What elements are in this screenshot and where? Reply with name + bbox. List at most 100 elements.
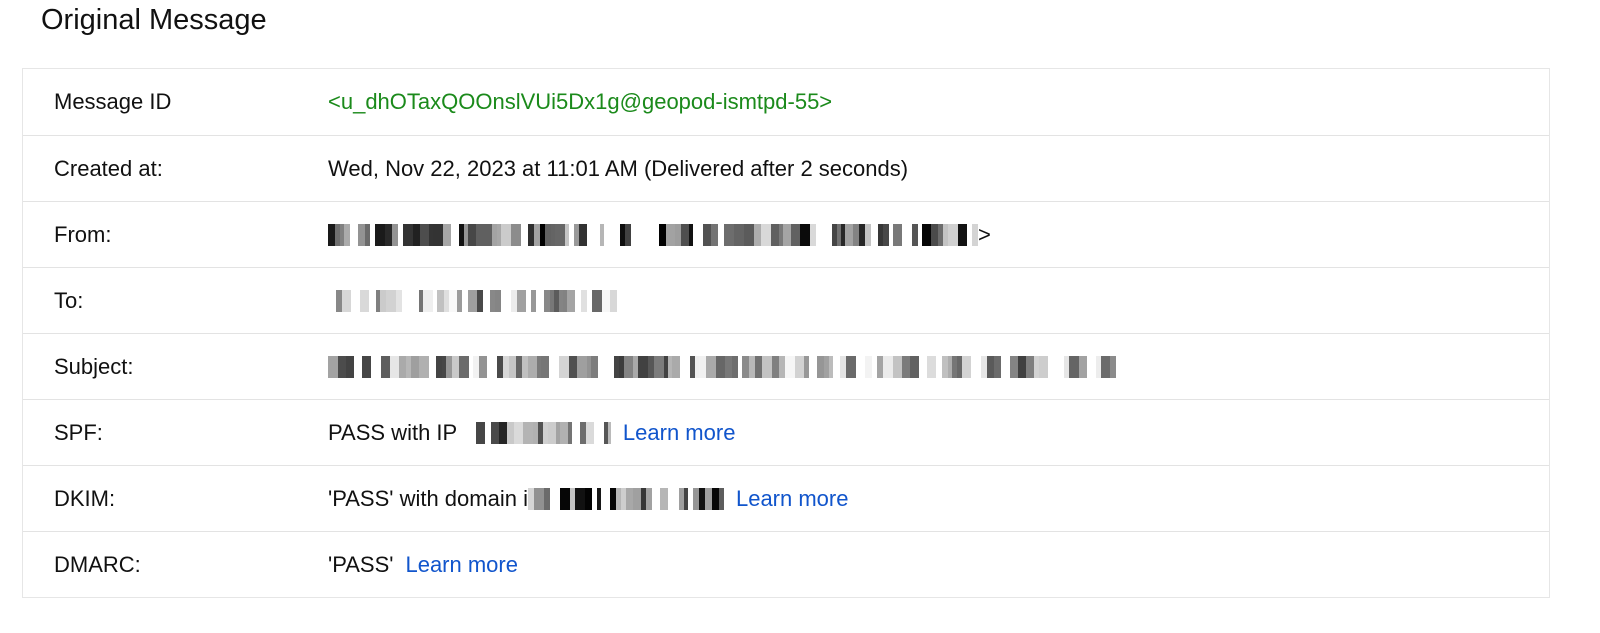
redaction-pixel (1110, 355, 1116, 378)
from-value: > (328, 222, 991, 248)
redaction-pixel (475, 421, 485, 444)
redaction-pixel (606, 355, 614, 378)
redaction-pixel (1101, 355, 1110, 378)
redaction-pixel (449, 289, 457, 312)
redaction-pixel (533, 487, 544, 510)
redaction-pixel (579, 223, 587, 246)
redaction-pixel (651, 487, 660, 510)
redaction-pixel (390, 355, 399, 378)
redaction-pixel (1069, 355, 1079, 378)
dkim-learn-more-link[interactable]: Learn more (736, 486, 849, 512)
redaction-pixel (1026, 355, 1034, 378)
redaction-pixel (559, 355, 569, 378)
redaction-pixel (346, 355, 354, 378)
redaction-pixel (513, 421, 523, 444)
redaction-pixel (399, 355, 406, 378)
redaction-pixel (816, 223, 824, 246)
dkim-value: 'PASS' with domain i Learn more (328, 486, 848, 512)
redaction-pixel (1010, 355, 1018, 378)
dmarc-value: 'PASS' Learn more (328, 552, 518, 578)
redaction-pixel (476, 223, 483, 246)
to-value (328, 289, 620, 312)
row-message-id: Message ID <u_dhOTaxQOOnslVUi5Dx1g@geopo… (23, 69, 1549, 135)
redaction-pixel (742, 355, 749, 378)
redaction-pixel (528, 355, 537, 378)
redaction-pixel (593, 421, 604, 444)
redaction-pixel (342, 289, 351, 312)
redaction-pixel (459, 355, 469, 378)
redaction-pixel (437, 289, 444, 312)
redaction-pixel (817, 355, 824, 378)
label-subject: Subject: (54, 353, 134, 379)
redaction-pixel (833, 355, 840, 378)
redaction-pixel (541, 355, 549, 378)
redaction-pixel (902, 355, 910, 378)
label-from: From: (54, 221, 112, 247)
redaction-pixel (468, 289, 477, 312)
message-id-value: <u_dhOTaxQOOnslVUi5Dx1g@geopod-ismtpd-55… (328, 89, 833, 114)
redaction-pixel (338, 355, 346, 378)
redaction-pixel (919, 355, 927, 378)
redaction-pixel (402, 289, 412, 312)
redaction-pixel (385, 223, 392, 246)
row-spf: SPF: PASS with IP Learn more (23, 399, 1549, 465)
redaction-pixel (654, 355, 664, 378)
redaction-pixel (948, 223, 958, 246)
redaction-pixel (718, 487, 724, 510)
subject-value (328, 355, 1116, 378)
redaction-pixel (734, 223, 744, 246)
redaction-pixel (865, 355, 872, 378)
redacted-subject (328, 355, 1116, 378)
redaction-pixel (632, 487, 641, 510)
redaction-pixel (1048, 355, 1056, 378)
redaction-pixel (824, 223, 832, 246)
redaction-pixel (411, 355, 419, 378)
redaction-pixel (699, 355, 706, 378)
redaction-pixel (659, 487, 668, 510)
redaction-pixel (571, 421, 580, 444)
redaction-pixel (559, 421, 568, 444)
redaction-pixel (931, 223, 938, 246)
redaction-pixel (638, 355, 648, 378)
redaction-pixel (613, 223, 620, 246)
redaction-pixel (501, 223, 511, 246)
label-dmarc: DMARC: (54, 551, 141, 577)
redaction-pixel (479, 355, 487, 378)
redaction-pixel (536, 289, 544, 312)
redaction-pixel (845, 223, 853, 246)
redaction-pixel (755, 355, 762, 378)
redaction-pixel (386, 289, 396, 312)
spf-learn-more-link[interactable]: Learn more (623, 420, 736, 446)
redaction-pixel (511, 223, 521, 246)
redaction-pixel (724, 223, 734, 246)
redaction-pixel (711, 223, 718, 246)
redaction-pixel (1018, 355, 1026, 378)
redaction-pixel (681, 223, 689, 246)
redaction-pixel (754, 223, 761, 246)
redaction-pixel (483, 289, 490, 312)
redaction-pixel (547, 421, 556, 444)
label-spf: SPF: (54, 419, 103, 445)
redaction-pixel (521, 223, 528, 246)
redaction-pixel (555, 223, 565, 246)
redaction-pixel (567, 289, 575, 312)
redaction-pixel (501, 289, 511, 312)
redaction-pixel (883, 355, 893, 378)
row-dkim: DKIM: 'PASS' with domain i Learn more (23, 465, 1549, 531)
redaction-pixel (672, 355, 680, 378)
redaction-pixel (624, 355, 633, 378)
row-to: To: (23, 267, 1549, 333)
dmarc-learn-more-link[interactable]: Learn more (405, 552, 518, 578)
redaction-pixel (559, 487, 570, 510)
redacted-from (328, 223, 978, 246)
redaction-pixel (645, 223, 653, 246)
redaction-pixel (1079, 355, 1087, 378)
redaction-pixel (809, 355, 817, 378)
redaction-pixel (604, 223, 613, 246)
redaction-pixel (549, 487, 560, 510)
spf-value: PASS with IP Learn more (328, 420, 735, 446)
redaction-pixel (1039, 355, 1048, 378)
row-dmarc: DMARC: 'PASS' Learn more (23, 531, 1549, 597)
row-from: From: > (23, 201, 1549, 267)
redaction-pixel (423, 289, 433, 312)
